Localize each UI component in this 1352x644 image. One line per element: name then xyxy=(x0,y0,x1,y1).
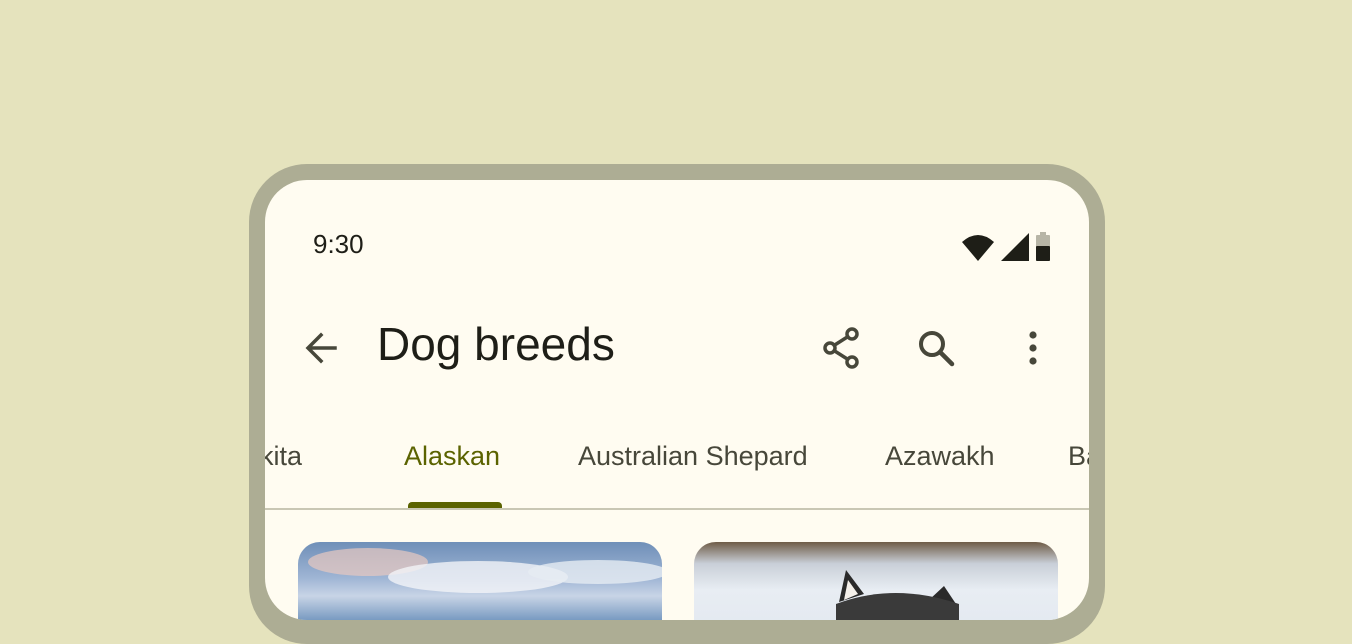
more-options-button[interactable] xyxy=(1009,324,1057,372)
page-title: Dog breeds xyxy=(377,318,615,370)
sky-landscape-photo xyxy=(308,548,662,593)
husky-dog-photo xyxy=(836,570,959,620)
phone-screen: 9:30 Dog breeds kita Alaskan Australian … xyxy=(265,180,1089,620)
wifi-icon xyxy=(961,233,995,266)
search-icon xyxy=(919,331,955,367)
tab-azawakh[interactable]: Azawakh xyxy=(885,440,995,472)
search-button[interactable] xyxy=(912,324,960,372)
breed-card-landscape[interactable] xyxy=(298,542,662,620)
breed-card-husky[interactable] xyxy=(694,542,1058,620)
cell-signal-icon xyxy=(1001,233,1029,266)
status-icons xyxy=(961,232,1051,266)
tabs-divider xyxy=(265,508,1089,510)
back-button[interactable] xyxy=(297,324,345,372)
share-button[interactable] xyxy=(817,324,865,372)
status-time: 9:30 xyxy=(313,229,364,259)
breed-tabs: kita Alaskan Australian Shepard Azawakh … xyxy=(265,430,1089,510)
tab-next-breed[interactable]: Ba xyxy=(1068,440,1089,472)
share-icon xyxy=(823,327,859,369)
tab-australian-shepard[interactable]: Australian Shepard xyxy=(578,440,808,472)
tab-akita[interactable]: kita xyxy=(265,440,302,472)
back-arrow-icon xyxy=(305,332,337,364)
tab-alaskan[interactable]: Alaskan xyxy=(404,440,500,472)
battery-icon xyxy=(1035,232,1051,266)
more-vert-icon xyxy=(1029,331,1037,365)
